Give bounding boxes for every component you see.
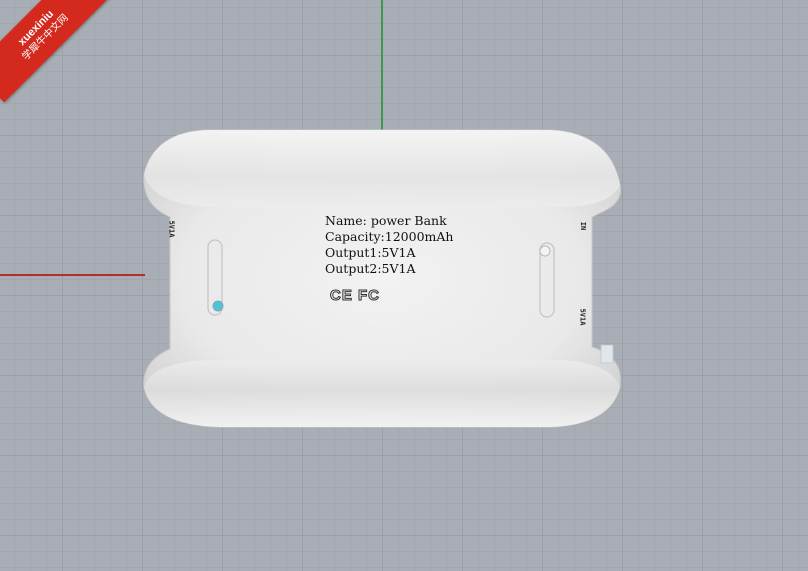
right-port-label-5v1a: 5V1A <box>578 308 587 326</box>
label-line-capacity: Capacity:12000mAh <box>325 229 454 244</box>
watermark-logo: xuexiniu 学犀牛中文网 <box>0 0 111 103</box>
power-bank-model[interactable] <box>140 125 624 431</box>
label-line-output1: Output1:5V1A <box>325 245 416 260</box>
product-label: Name: power Bank Capacity:12000mAh Outpu… <box>325 213 453 277</box>
led-indicator <box>212 300 224 312</box>
x-axis-line <box>0 274 145 276</box>
right-port-label-in: IN <box>579 221 588 231</box>
usb-port-edge <box>600 344 614 364</box>
y-axis-line <box>381 0 383 130</box>
top-bumper <box>144 130 620 207</box>
left-port-label: 5V1A <box>167 220 176 238</box>
bottom-bumper <box>144 360 620 427</box>
certification-marks: CE FC <box>330 287 380 305</box>
power-button <box>539 245 551 257</box>
rhino-viewport[interactable]: Name: power Bank Capacity:12000mAh Outpu… <box>0 0 808 571</box>
label-line-output2: Output2:5V1A <box>325 261 416 276</box>
label-line-name: Name: power Bank <box>325 213 447 228</box>
